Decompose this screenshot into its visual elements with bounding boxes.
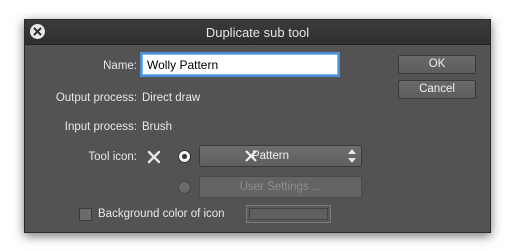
dialog-title: Duplicate sub tool xyxy=(205,25,310,40)
tool-icon-label: Tool icon: xyxy=(88,151,137,163)
name-label: Name: xyxy=(103,60,137,72)
ok-button[interactable]: OK xyxy=(398,55,476,74)
preset-icon-radio[interactable] xyxy=(178,150,191,163)
user-settings-button[interactable]: User Settings ... xyxy=(199,176,362,198)
cancel-button[interactable]: Cancel xyxy=(398,80,476,99)
output-process-value: Direct draw xyxy=(142,92,201,104)
bg-color-label: Background color of icon xyxy=(98,208,225,220)
name-input[interactable] xyxy=(140,52,340,77)
duplicate-subtool-dialog: Duplicate sub tool Name: Output process:… xyxy=(24,19,491,233)
bg-color-swatch[interactable] xyxy=(246,205,331,223)
bg-color-checkbox[interactable] xyxy=(79,208,92,221)
icon-select[interactable]: Pattern xyxy=(199,145,362,167)
icon-select-value: Pattern xyxy=(251,150,290,162)
input-process-label: Input process: xyxy=(64,121,137,133)
output-process-label: Output process: xyxy=(55,92,137,104)
input-process-value: Brush xyxy=(142,121,173,133)
user-settings-radio[interactable] xyxy=(178,181,191,194)
pattern-tool-icon xyxy=(147,150,161,164)
title-bar: Duplicate sub tool xyxy=(25,20,490,45)
updown-arrows-icon xyxy=(348,149,356,163)
